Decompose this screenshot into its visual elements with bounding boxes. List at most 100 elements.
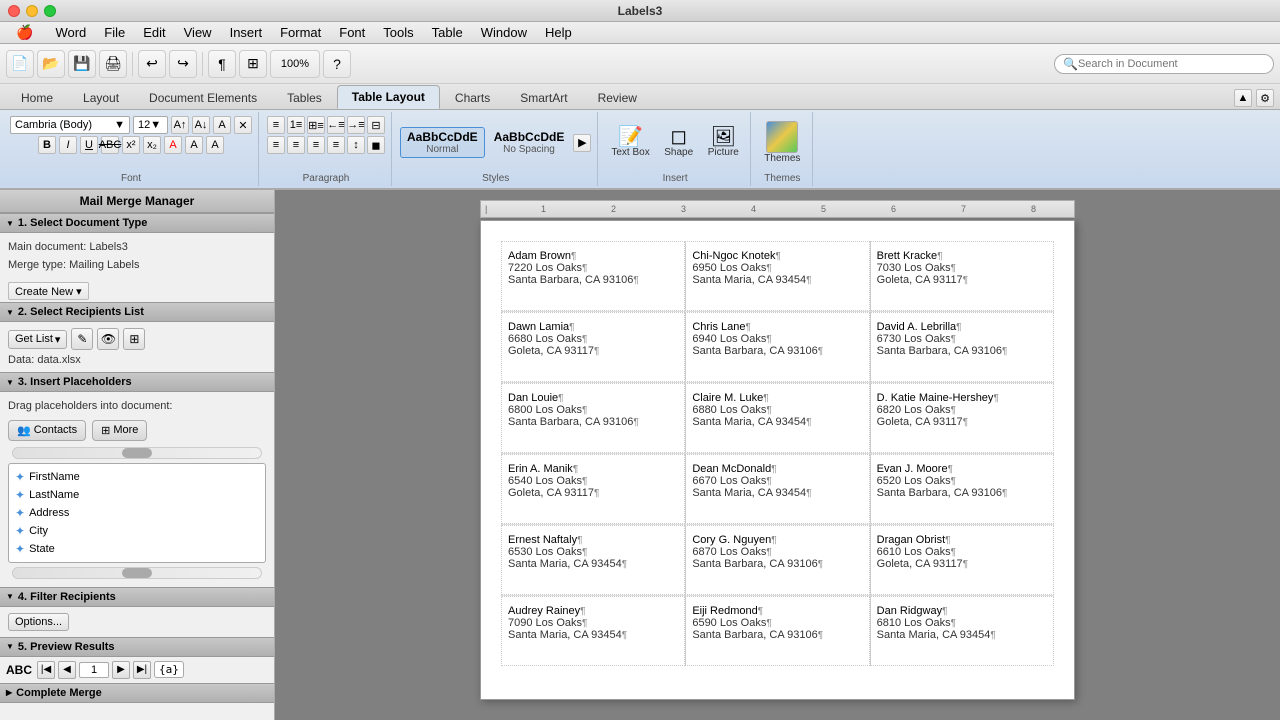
shading-btn[interactable]: ◼	[367, 136, 385, 154]
preview-prev-btn[interactable]: ◀	[58, 661, 76, 679]
menu-word[interactable]: Word	[47, 23, 94, 42]
preview-abc-badge[interactable]: {a}	[154, 661, 184, 678]
bullets-btn[interactable]: ≡	[267, 116, 285, 134]
font-size-up-btn[interactable]: A↑	[171, 116, 189, 134]
align-center-btn[interactable]: ≡	[287, 136, 305, 154]
tab-charts[interactable]: Charts	[440, 86, 505, 109]
label-cell[interactable]: Eiji Redmond¶ 6590 Los Oaks¶ Santa Barba…	[685, 596, 869, 666]
font-size-selector[interactable]: 12 ▼	[133, 116, 168, 134]
menu-table[interactable]: Table	[424, 23, 471, 42]
menu-insert[interactable]: Insert	[222, 23, 271, 42]
formatting-marks-btn[interactable]: ¶	[208, 50, 236, 78]
label-cell[interactable]: Ernest Naftaly¶ 6530 Los Oaks¶ Santa Mar…	[501, 525, 685, 595]
undo-btn[interactable]: ↩	[138, 50, 166, 78]
menu-font[interactable]: Font	[331, 23, 373, 42]
tab-document-elements[interactable]: Document Elements	[134, 86, 272, 109]
font-color-btn[interactable]: A	[164, 136, 182, 154]
preview-first-btn[interactable]: |◀	[37, 661, 55, 679]
tab-home[interactable]: Home	[6, 86, 68, 109]
maximize-button[interactable]	[44, 5, 56, 17]
label-cell[interactable]: Adam Brown¶ 7220 Los Oaks¶ Santa Barbara…	[501, 241, 685, 311]
close-button[interactable]	[8, 5, 20, 17]
bold-btn[interactable]: B	[38, 136, 56, 154]
line-spacing-btn[interactable]: ↕	[347, 136, 365, 154]
placeholder-city[interactable]: ✦ City	[13, 522, 261, 540]
align-right-btn[interactable]: ≡	[307, 136, 325, 154]
textbox-btn[interactable]: 📝 Text Box	[606, 124, 654, 161]
redo-btn[interactable]: ↪	[169, 50, 197, 78]
menu-tools[interactable]: Tools	[375, 23, 421, 42]
section-4-header[interactable]: ▼ 4. Filter Recipients	[0, 587, 274, 607]
help-btn[interactable]: ?	[323, 50, 351, 78]
underline-btn[interactable]: U	[80, 136, 98, 154]
document-page[interactable]: Adam Brown¶ 7220 Los Oaks¶ Santa Barbara…	[480, 220, 1075, 700]
get-list-btn[interactable]: Get List ▾	[8, 330, 67, 349]
increase-indent-btn[interactable]: →≡	[347, 116, 365, 134]
document-area[interactable]: | 1 2 3 4 5 6 7 8 Adam Brown¶ 7220 Los O…	[275, 190, 1280, 720]
label-cell[interactable]: Claire M. Luke¶ 6880 Los Oaks¶ Santa Mar…	[685, 383, 869, 453]
scroll-indicator[interactable]	[12, 447, 262, 459]
numbering-btn[interactable]: 1≡	[287, 116, 305, 134]
styles-more-btn[interactable]: ▶	[573, 134, 591, 152]
tab-review[interactable]: Review	[583, 86, 652, 109]
style-normal[interactable]: AaBbCcDdE Normal	[400, 127, 485, 158]
menu-file[interactable]: File	[96, 23, 133, 42]
tab-layout[interactable]: Layout	[68, 86, 134, 109]
menu-help[interactable]: Help	[537, 23, 580, 42]
zoom-btn[interactable]: 100%	[270, 50, 320, 78]
open-btn[interactable]: 📂	[37, 50, 65, 78]
subscript-btn[interactable]: x₂	[143, 136, 161, 154]
section-2-header[interactable]: ▼ 2. Select Recipients List	[0, 302, 274, 322]
search-input[interactable]	[1078, 58, 1265, 70]
traffic-lights[interactable]	[8, 5, 56, 17]
label-cell[interactable]: D. Katie Maine-Hershey¶ 6820 Los Oaks¶ G…	[870, 383, 1054, 453]
section-1-header[interactable]: ▼ 1. Select Document Type	[0, 213, 274, 233]
options-btn[interactable]: Options...	[8, 613, 69, 631]
placeholder-firstname[interactable]: ✦ FirstName	[13, 468, 261, 486]
contacts-btn[interactable]: 👥 Contacts	[8, 420, 86, 441]
list-btn[interactable]: ⊞≡	[307, 116, 325, 134]
italic-btn[interactable]: I	[59, 136, 77, 154]
picture-btn[interactable]: 🖼 Picture	[703, 124, 744, 161]
tab-smartart[interactable]: SmartArt	[505, 86, 582, 109]
label-cell[interactable]: Cory G. Nguyen¶ 6870 Los Oaks¶ Santa Bar…	[685, 525, 869, 595]
print-btn[interactable]: 🖨	[99, 50, 127, 78]
menu-edit[interactable]: Edit	[135, 23, 173, 42]
label-cell[interactable]: Chi-Ngoc Knotek¶ 6950 Los Oaks¶ Santa Ma…	[685, 241, 869, 311]
more-btn[interactable]: ⊞ More	[92, 420, 147, 441]
label-cell[interactable]: Dan Louie¶ 6800 Los Oaks¶ Santa Barbara,…	[501, 383, 685, 453]
tab-table-layout[interactable]: Table Layout	[337, 85, 440, 109]
strikethrough-btn[interactable]: ABC	[101, 136, 119, 154]
border-btn[interactable]: ⊟	[367, 116, 385, 134]
tab-tables[interactable]: Tables	[272, 86, 337, 109]
section-3-header[interactable]: ▼ 3. Insert Placeholders	[0, 372, 274, 392]
label-cell[interactable]: Dan Ridgway¶ 6810 Los Oaks¶ Santa Maria,…	[870, 596, 1054, 666]
view-list-btn[interactable]: 👁	[97, 328, 119, 350]
section-5-header[interactable]: ▼ 5. Preview Results	[0, 637, 274, 657]
label-cell[interactable]: Erin A. Manik¶ 6540 Los Oaks¶ Goleta, CA…	[501, 454, 685, 524]
superscript-btn[interactable]: x²	[122, 136, 140, 154]
preview-page-num[interactable]: 1	[79, 662, 109, 678]
label-cell[interactable]: Dean McDonald¶ 6670 Los Oaks¶ Santa Mari…	[685, 454, 869, 524]
label-cell[interactable]: Dawn Lamia¶ 6680 Los Oaks¶ Goleta, CA 93…	[501, 312, 685, 382]
apple-menu[interactable]: 🍎	[8, 22, 41, 43]
edit-list-btn[interactable]: ✎	[71, 328, 93, 350]
label-cell[interactable]: Audrey Rainey¶ 7090 Los Oaks¶ Santa Mari…	[501, 596, 685, 666]
decrease-indent-btn[interactable]: ←≡	[327, 116, 345, 134]
save-btn[interactable]: 💾	[68, 50, 96, 78]
label-cell[interactable]: Brett Kracke¶ 7030 Los Oaks¶ Goleta, CA …	[870, 241, 1054, 311]
section-6-header[interactable]: ▶ Complete Merge	[0, 683, 274, 703]
create-new-btn[interactable]: Create New ▾	[8, 282, 89, 300]
justify-btn[interactable]: ≡	[327, 136, 345, 154]
placeholder-address[interactable]: ✦ Address	[13, 504, 261, 522]
font-size-input-btn[interactable]: A	[213, 116, 231, 134]
filter-list-btn[interactable]: ⊞	[123, 328, 145, 350]
view-btn[interactable]: ⊞	[239, 50, 267, 78]
search-bar[interactable]: 🔍	[1054, 54, 1274, 74]
ribbon-collapse-btn[interactable]: ▲	[1234, 89, 1252, 107]
label-cell[interactable]: Dragan Obrist¶ 6610 Los Oaks¶ Goleta, CA…	[870, 525, 1054, 595]
shape-btn[interactable]: ◻ Shape	[659, 124, 699, 161]
highlight-btn[interactable]: A	[185, 136, 203, 154]
placeholder-state[interactable]: ✦ State	[13, 540, 261, 558]
themes-button[interactable]: Themes	[759, 116, 805, 169]
